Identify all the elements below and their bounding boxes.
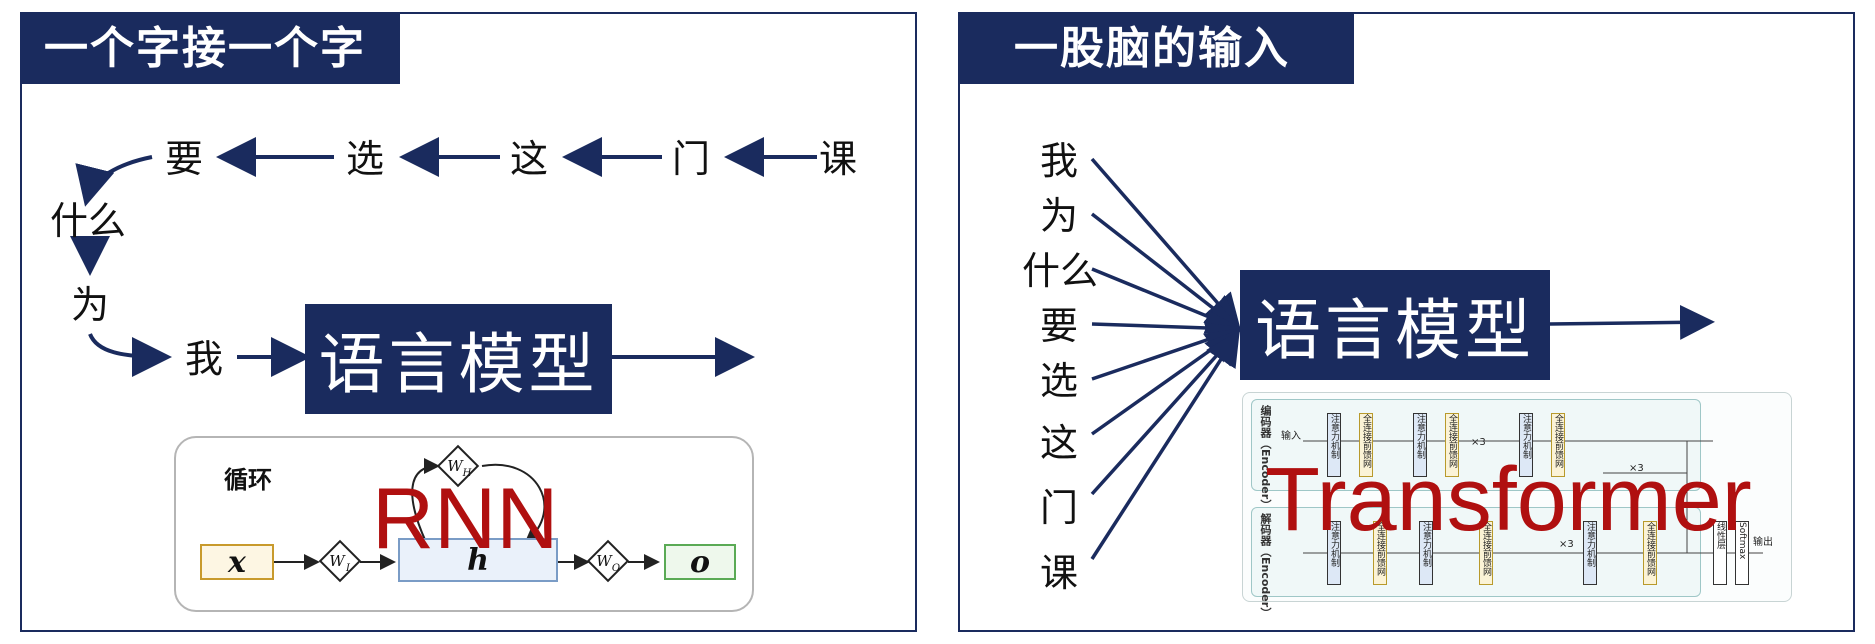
- arrow-wei-wo: [88, 333, 172, 377]
- language-model-box: 语言模型: [305, 304, 612, 414]
- seq-word-yao: 要: [165, 137, 204, 181]
- right-panel: 一股脑的输入 我 为 什么 要 选 这 门 课 语言模型 编码器（Encoder…: [958, 12, 1855, 632]
- input-word-men: 门: [1040, 486, 1079, 530]
- input-word-wo: 我: [1040, 139, 1079, 183]
- seq-word-wo: 我: [185, 337, 224, 381]
- seq-word-shenme: 什么: [50, 199, 127, 243]
- input-word-yao: 要: [1040, 304, 1079, 348]
- input-word-ke: 课: [1040, 551, 1079, 595]
- w-o-sub: O: [612, 563, 620, 574]
- transformer-overlay-label: Transformer: [1265, 450, 1752, 550]
- seq-word-men: 门: [672, 137, 711, 181]
- left-panel: 一个字接一个字 课 门 这 选 要 什么 为 我 语言模型 循环 W I W H…: [20, 12, 917, 632]
- rnn-overlay-label: RNN: [372, 471, 559, 567]
- seq-word-wei: 为: [71, 283, 110, 327]
- input-word-shenme: 什么: [1022, 249, 1099, 293]
- language-model-box: 语言模型: [1240, 270, 1550, 380]
- input-word-zhe: 这: [1040, 421, 1079, 465]
- seq-word-xuan: 选: [346, 137, 385, 181]
- input-word-wei: 为: [1040, 194, 1079, 238]
- seq-word-ke: 课: [819, 137, 858, 181]
- rnn-output-o: o: [664, 544, 736, 580]
- w-o-label: W: [596, 552, 613, 570]
- arrow-yao-shenme: [75, 155, 153, 207]
- transformer-diagram: 编码器（Encoder） 解码器（Encoder） 输入 输出 ×3 ×3 ×3…: [1242, 392, 1792, 618]
- w-i-label: W: [329, 552, 346, 570]
- seq-word-zhe: 这: [510, 137, 549, 181]
- input-word-xuan: 选: [1040, 359, 1079, 403]
- rnn-input-x: x: [200, 544, 274, 580]
- rnn-illustration: 循环 W I W H W O x h o RNN: [174, 436, 754, 612]
